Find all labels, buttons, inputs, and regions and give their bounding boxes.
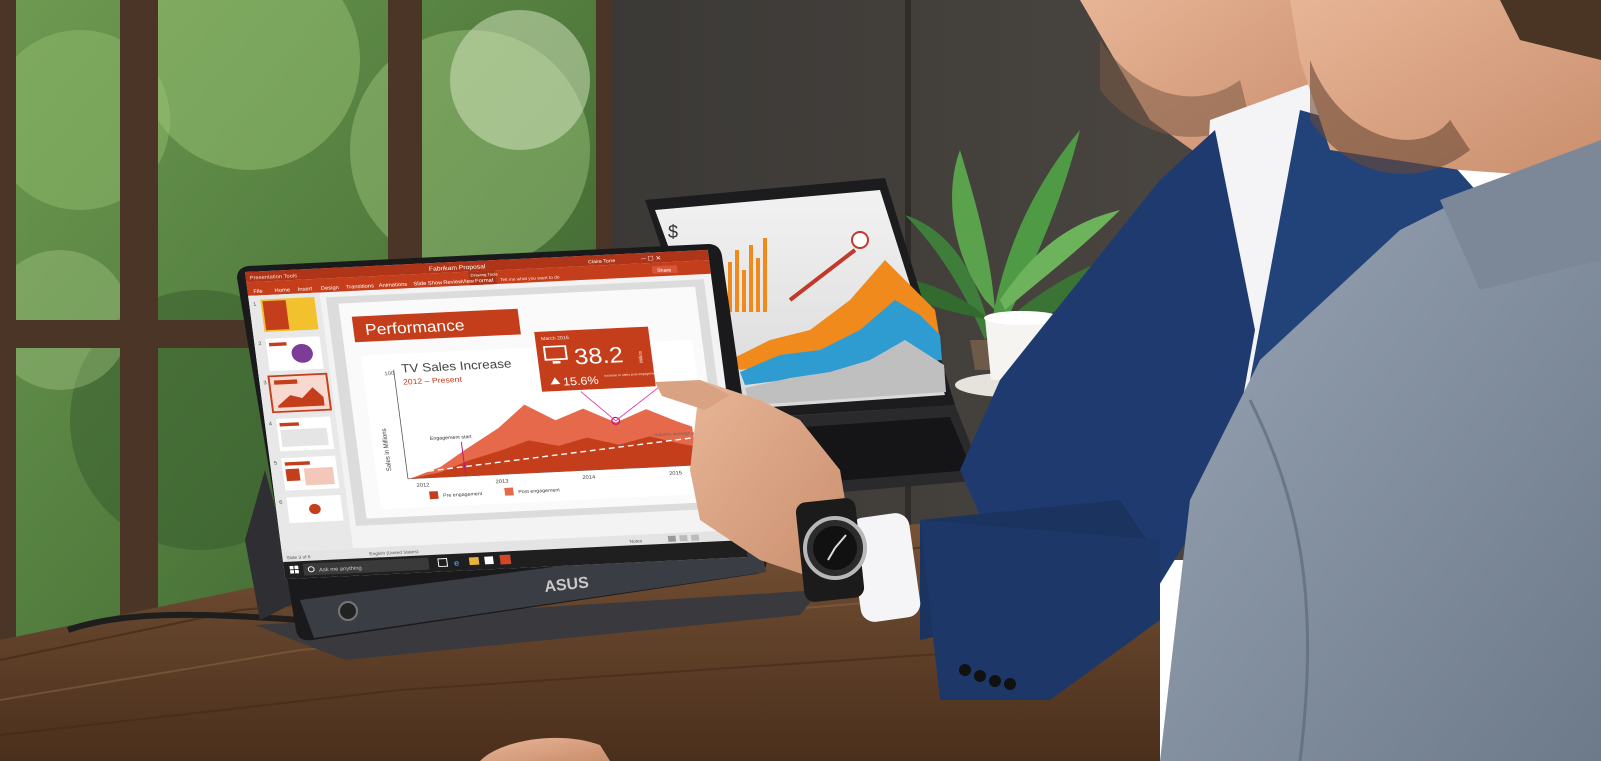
ppt-tab-format[interactable]: Format <box>475 278 495 284</box>
ppt-tab-home[interactable]: Home <box>274 288 290 294</box>
legend-swatch-post <box>504 487 514 496</box>
ppt-tab-file[interactable]: File <box>253 289 263 295</box>
monitor-screen: Presentation Tools Fabrikam Proposal Cla… <box>245 249 749 580</box>
ppt-window-controls[interactable]: ─ ☐ ✕ <box>640 255 662 263</box>
chart-y-top: 100 <box>384 371 394 377</box>
chart-x-tick-0: 2012 <box>416 483 430 489</box>
powerpoint-taskbar-icon[interactable] <box>499 554 512 565</box>
ppt-tab-insert[interactable]: Insert <box>297 286 313 292</box>
chart-x-tick-3: 2015 <box>669 471 683 477</box>
view-normal-icon[interactable] <box>667 535 677 542</box>
legend-swatch-pre <box>429 491 439 500</box>
scene-svg: $ ASUS Presentation Tools Fabrikam Propo… <box>0 0 1601 761</box>
callout-percent: 15.6% <box>562 374 600 389</box>
chart-x-tick-2: 2014 <box>582 475 596 481</box>
ppt-tab-review[interactable]: Review <box>443 279 463 286</box>
chart-x-tick-1: 2013 <box>495 479 509 485</box>
ppt-share-label: Share <box>657 268 672 274</box>
laptop-currency-glyph: $ <box>668 222 678 242</box>
ppt-tab-design[interactable]: Design <box>321 285 340 291</box>
wristwatch-icon <box>795 498 867 602</box>
view-reading-icon[interactable] <box>690 534 700 541</box>
ppt-notes-button[interactable]: Notes <box>629 539 643 544</box>
store-icon[interactable] <box>484 556 494 565</box>
file-explorer-icon[interactable] <box>468 556 480 566</box>
power-button-icon <box>338 601 358 621</box>
photo-scene: $ ASUS Presentation Tools Fabrikam Propo… <box>0 0 1601 761</box>
callout-value: 38.2 <box>573 342 625 370</box>
ppt-tab-view[interactable]: View <box>461 279 474 285</box>
view-sorter-icon[interactable] <box>679 535 688 542</box>
